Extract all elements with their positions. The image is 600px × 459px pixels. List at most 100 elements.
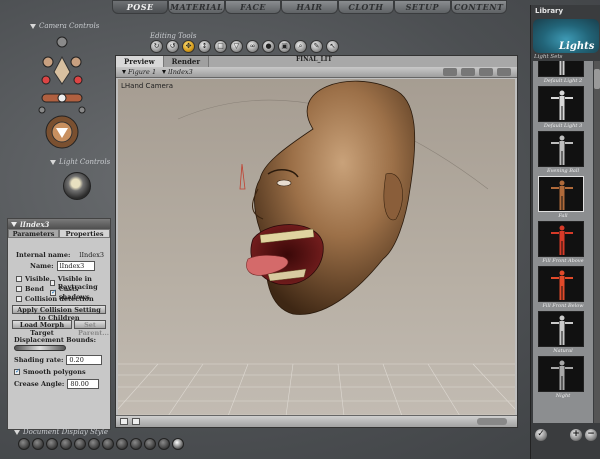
area-render-icon[interactable] (461, 68, 475, 76)
smooth-polygons-row[interactable]: Smooth polygons (14, 367, 86, 376)
view-magnifier-icon[interactable]: ⌕ (294, 40, 307, 53)
library-thumbnail[interactable] (538, 266, 584, 302)
apply-library-preset-icon[interactable]: ✓ (535, 429, 547, 441)
library-thumbnail[interactable] (538, 356, 584, 392)
library-item[interactable]: Night (538, 356, 588, 400)
displacement-dial[interactable] (14, 345, 66, 351)
tab-pose[interactable]: POSE (112, 0, 169, 14)
flat-shaded-style-icon[interactable] (88, 438, 100, 450)
cartoon-lined-style-icon[interactable] (130, 438, 142, 450)
texture-shaded-style-icon[interactable] (172, 438, 184, 450)
view-options-icon[interactable] (479, 68, 493, 76)
scale-icon[interactable]: □ (214, 40, 227, 53)
bend-checkbox[interactable] (16, 286, 22, 292)
outline-style-icon[interactable] (32, 438, 44, 450)
light-control-ball[interactable] (63, 172, 91, 200)
resize-icon[interactable] (497, 68, 511, 76)
key-camera-icon[interactable] (38, 106, 46, 114)
hand-icon[interactable] (53, 55, 71, 85)
library-item[interactable]: Evening Ball (538, 131, 588, 175)
document-bottom-bar (116, 415, 517, 427)
library-thumbnail[interactable] (538, 131, 584, 167)
tab-render[interactable]: Render (163, 56, 210, 67)
tab-parameters[interactable]: Parameters (8, 229, 59, 238)
tab-preview[interactable]: Preview (116, 56, 164, 67)
library-thumbnail[interactable] (538, 311, 584, 347)
bend-row[interactable]: Bend (16, 285, 44, 293)
crease-angle-field[interactable]: 80.00 (67, 379, 100, 389)
tab-material[interactable]: MATERIAL (168, 0, 225, 14)
smooth-shaded-style-icon[interactable] (144, 438, 156, 450)
lit-wireframe-style-icon[interactable] (74, 438, 86, 450)
tab-hair[interactable]: HAIR (281, 0, 338, 14)
render-settings-icon[interactable] (443, 68, 457, 76)
library-thumbnail[interactable] (538, 221, 584, 257)
viewport[interactable]: LHand Camera (118, 79, 515, 416)
tab-cloth[interactable]: CLOTH (337, 0, 395, 14)
document-title: FINAL_LIT (296, 56, 332, 63)
library-thumbnail[interactable] (538, 86, 584, 122)
camera-controls-header[interactable]: Camera Controls (30, 22, 99, 30)
name-field[interactable]: lIndex3 (56, 261, 95, 271)
translate-icon[interactable]: ✥ (182, 40, 195, 53)
right-hand-camera-icon[interactable] (70, 56, 82, 68)
camera-controls[interactable] (28, 32, 98, 152)
move-xz-icon[interactable] (41, 75, 51, 85)
smooth-polygons-checkbox[interactable] (14, 367, 21, 375)
tab-face[interactable]: FACE (224, 0, 282, 14)
hidden-line-style-icon[interactable] (60, 438, 72, 450)
library-thumbnail[interactable] (538, 176, 584, 212)
flat-lined-style-icon[interactable] (102, 438, 114, 450)
tab-content[interactable]: CONTENT (450, 0, 507, 14)
actor-menu[interactable]: lIndex3 (162, 68, 193, 76)
library-item[interactable]: Natural (538, 311, 588, 355)
twist-icon[interactable]: ↺ (166, 40, 179, 53)
face-camera-icon[interactable] (56, 36, 68, 48)
properties-title-bar[interactable]: lIndex3 (8, 219, 110, 229)
light-controls-header[interactable]: Light Controls (50, 158, 110, 166)
tab-properties[interactable]: Properties (59, 229, 110, 238)
wireframe-style-icon[interactable] (46, 438, 58, 450)
apply-collision-button[interactable]: Apply Collision Setting to Children (12, 305, 106, 322)
collision-row[interactable]: Collision detection (16, 295, 94, 303)
left-hand-camera-icon[interactable] (42, 56, 54, 68)
morph-brush-icon[interactable]: ✎ (310, 40, 323, 53)
shading-rate-field[interactable]: 0.20 (66, 355, 103, 365)
scrollbar-thumb[interactable] (594, 69, 600, 89)
cartoon-style-icon[interactable] (116, 438, 128, 450)
ground-shadow-icon[interactable] (120, 418, 128, 425)
direct-manipulation-icon[interactable]: ↖ (326, 40, 339, 53)
figure-part (562, 61, 565, 75)
tab-setup[interactable]: SETUP (394, 0, 451, 14)
rotate-icon[interactable]: ↻ (150, 40, 163, 53)
library-item[interactable]: Fill Front Below (538, 266, 588, 310)
smooth-lined-style-icon[interactable] (158, 438, 170, 450)
library-item[interactable]: Fall (538, 176, 588, 220)
color-icon[interactable]: ● (262, 40, 275, 53)
library-item[interactable]: Default Light 2 (538, 61, 588, 85)
set-parent-button[interactable]: Set Parent... (74, 320, 109, 337)
taper-icon[interactable]: ▽ (230, 40, 243, 53)
library-item-label: Fall (558, 213, 568, 219)
move-xy-icon[interactable] (73, 75, 83, 85)
collapse-triangle-icon (50, 159, 56, 165)
visible-checkbox[interactable] (16, 276, 22, 282)
chain-break-icon[interactable]: ∞ (246, 40, 259, 53)
library-scrollbar[interactable] (594, 61, 600, 423)
animation-camera-icon[interactable] (78, 106, 86, 114)
remove-from-library-icon[interactable]: − (585, 429, 597, 441)
translate-in-out-icon[interactable]: ↕ (198, 40, 211, 53)
library-item[interactable]: Fill Front Above (538, 221, 588, 265)
grouping-icon[interactable]: ▣ (278, 40, 291, 53)
visible-row[interactable]: Visible (16, 275, 50, 283)
add-to-library-icon[interactable]: + (570, 429, 582, 441)
load-morph-button[interactable]: Load Morph Target (12, 320, 72, 337)
document-display-header[interactable]: Document Display Style (14, 428, 108, 436)
silhouette-style-icon[interactable] (18, 438, 30, 450)
figure-shadow-icon[interactable] (132, 418, 140, 425)
library-thumbnail[interactable] (538, 61, 584, 77)
figure-menu[interactable]: Figure 1 (122, 68, 156, 76)
library-item[interactable]: Default Light 3 (538, 86, 588, 130)
collision-checkbox[interactable] (16, 296, 22, 302)
resize-handle-icon[interactable] (477, 418, 507, 425)
